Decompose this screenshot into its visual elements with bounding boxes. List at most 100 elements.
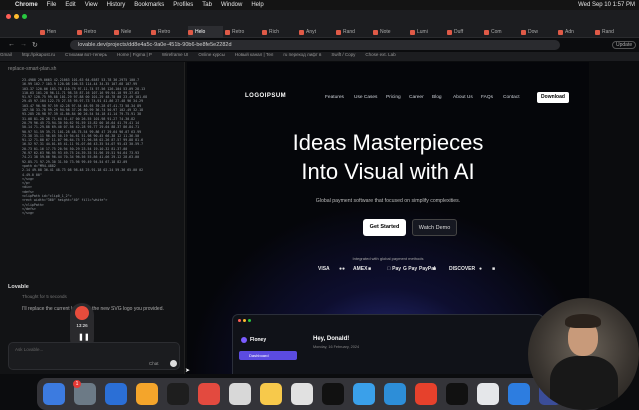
back-icon[interactable]: ← [8, 41, 15, 48]
browser-tab[interactable]: Hen [40, 26, 75, 38]
menu-help[interactable]: Help [251, 2, 263, 8]
site-logo[interactable]: LOGOIPSUM [245, 93, 286, 99]
record-icon[interactable] [75, 306, 89, 320]
browser-tab[interactable]: Rich [262, 26, 297, 38]
floney-logo-icon [241, 337, 247, 343]
menu-chrome[interactable]: Chrome [15, 2, 38, 8]
bookmark-item[interactable]: Swift / Copy [331, 52, 355, 57]
payment-logo: VISA [318, 266, 330, 272]
bookmark-item[interactable]: Chose ext. Lab [365, 52, 395, 57]
address-bar[interactable]: lovable.dev/projects/dd8e4a5c-9a0e-451b-… [70, 40, 560, 50]
tab-label: Rich [269, 29, 280, 35]
tab-favicon-icon [262, 29, 267, 35]
dashboard-nav-item[interactable]: Dashboard [239, 351, 297, 360]
nav-features[interactable]: Features [325, 95, 344, 100]
forward-icon[interactable]: → [20, 41, 27, 48]
pause-icon[interactable]: ❚❚ [78, 333, 90, 341]
dock-app-icon[interactable] [384, 383, 406, 405]
dock-app-icon[interactable] [167, 383, 189, 405]
browser-tab[interactable]: Rand [595, 26, 630, 38]
minimize-window-icon[interactable] [14, 14, 19, 19]
maximize-window-icon[interactable] [22, 14, 27, 19]
assistant-name: Lovable [8, 284, 29, 290]
bookmark-item[interactable]: ru переход лифт в [283, 52, 321, 57]
dock-app-icon[interactable] [105, 383, 127, 405]
dock-app-icon[interactable] [43, 383, 65, 405]
reload-icon[interactable]: ↻ [32, 41, 38, 49]
dashboard-greeting: Hey, Donald! [313, 336, 350, 342]
menu-bookmarks[interactable]: Bookmarks [134, 2, 164, 8]
nav-blog[interactable]: Blog [432, 95, 442, 100]
bookmark-item[interactable]: Online курсы [198, 52, 224, 57]
code-view: 23.4988 29.0663 42.21663 101.63 64.6587 … [22, 78, 148, 216]
update-button[interactable]: Update [612, 41, 637, 49]
browser-tab[interactable]: Note [373, 26, 408, 38]
chat-input[interactable]: Ask Lovable... Chat [8, 342, 180, 370]
hero-headline-line2: Into Visual with AI [301, 159, 475, 184]
nav-about-us[interactable]: About Us [453, 95, 473, 100]
bookmark-item[interactable]: http://pikapost.ru [22, 52, 55, 57]
menu-edit[interactable]: Edit [65, 2, 75, 8]
dock-app-icon[interactable] [322, 383, 344, 405]
bookmark-item[interactable]: Стихами вот-теперь [65, 52, 107, 57]
dock-app-icon[interactable] [229, 383, 251, 405]
nav-contact[interactable]: Contact [503, 95, 520, 100]
browser-tab[interactable]: Lumi [410, 26, 445, 38]
browser-tab[interactable]: Nele [114, 26, 149, 38]
tab-favicon-icon [299, 29, 304, 35]
hero-headline-line1: Ideas Masterpieces [292, 130, 484, 155]
dock-app-icon[interactable] [353, 383, 375, 405]
dock-app-icon[interactable] [136, 383, 158, 405]
browser-tab[interactable]: Helo [188, 26, 223, 38]
close-window-icon[interactable] [6, 14, 11, 19]
tab-label: Anyt [306, 29, 317, 35]
dock-app-icon[interactable] [477, 383, 499, 405]
dock-app-icon[interactable] [260, 383, 282, 405]
tab-label: Retro [84, 29, 97, 35]
dashboard-date: Monday, 16 February, 2024 [313, 345, 360, 349]
browser-tab[interactable]: Retro [225, 26, 260, 38]
tab-favicon-icon [336, 29, 341, 35]
browser-tab[interactable]: Adn [558, 26, 593, 38]
menu-tab[interactable]: Tab [202, 2, 212, 8]
nav-pricing[interactable]: Pricing [386, 95, 401, 100]
dock-app-icon[interactable] [446, 383, 468, 405]
bookmark-item[interactable]: Wireframe UI [162, 52, 189, 57]
browser-tab[interactable]: Dow [521, 26, 556, 38]
dock-app-icon[interactable] [198, 383, 220, 405]
tab-favicon-icon [151, 29, 156, 35]
browser-tab[interactable]: Com [484, 26, 519, 38]
chat-mode-label[interactable]: Chat [149, 361, 159, 366]
download-button[interactable]: Download [537, 92, 569, 103]
bookmark-item[interactable]: Home | Figma | P [117, 52, 152, 57]
browser-tab[interactable]: Retro [151, 26, 186, 38]
menu-profiles[interactable]: Profiles [173, 2, 193, 8]
bookmark-item[interactable]: Gmail [0, 52, 12, 57]
tab-favicon-icon [373, 29, 378, 35]
watch-demo-button[interactable]: Watch Demo [412, 219, 457, 236]
tab-label: Lumi [417, 29, 428, 35]
payment-logo: ■ [492, 266, 496, 272]
browser-tab[interactable]: Duff [447, 26, 482, 38]
nav-use-cases[interactable]: Use Cases [354, 95, 377, 100]
payment-logo: AMEX [353, 266, 368, 272]
bookmark-item[interactable]: Новый канал | Тел [235, 52, 273, 57]
menu-view[interactable]: View [85, 2, 98, 8]
tab-favicon-icon [447, 29, 452, 35]
menu-file[interactable]: File [47, 2, 57, 8]
send-icon[interactable] [170, 360, 177, 367]
presenter-hair [565, 314, 601, 328]
nav-faqs[interactable]: FAQs [481, 95, 493, 100]
browser-tab[interactable]: Anyt [299, 26, 334, 38]
menu-window[interactable]: Window [221, 2, 242, 8]
tab-label: Hen [47, 29, 57, 35]
menu-history[interactable]: History [107, 2, 126, 8]
dock-app-icon[interactable] [291, 383, 313, 405]
dock-app-icon[interactable] [415, 383, 437, 405]
browser-tab[interactable]: Rand [336, 26, 371, 38]
tab-label: Dow [528, 29, 539, 35]
nav-career[interactable]: Career [409, 95, 424, 100]
dock-app-icon[interactable] [508, 383, 530, 405]
browser-tab[interactable]: Retro [77, 26, 112, 38]
get-started-button[interactable]: Get Started [363, 219, 406, 236]
